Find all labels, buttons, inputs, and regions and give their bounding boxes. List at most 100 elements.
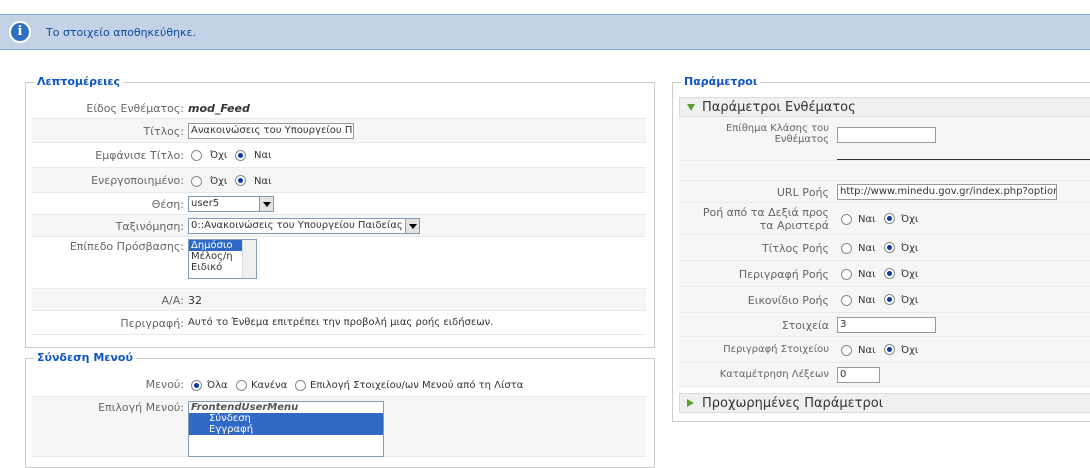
row-module-type: Είδος Ενθέματος: mod_Feed — [32, 97, 646, 119]
position-label: Θέση: — [151, 198, 184, 211]
title-label: Τίτλος: — [143, 125, 184, 138]
feed-desc-yes-radio[interactable] — [841, 269, 852, 280]
access-scrollbar[interactable] — [242, 240, 256, 278]
menus-none-label: Κανένα — [251, 380, 288, 391]
order-select-value: 0::Ανακοινώσεις του Υπουργείου Παιδείας — [191, 220, 403, 231]
menus-select-radio[interactable] — [295, 380, 306, 391]
enabled-yes-label: Ναι — [254, 176, 272, 187]
triangle-right-icon — [687, 399, 694, 407]
enabled-no-label: Όχι — [210, 176, 228, 187]
class-suffix-label: Επίθημα Κλάσης του Ενθέματος — [725, 123, 829, 145]
rtl-label: Ροή από τα Δεξιά προς τα Αριστερά — [702, 206, 829, 232]
feed-url-input[interactable]: http://www.minedu.gov.gr/index.php?optio… — [837, 184, 1057, 200]
class-suffix-input[interactable] — [837, 127, 936, 143]
show-title-yes-radio[interactable] — [235, 150, 246, 161]
row-feed-image: Εικονίδιο Ροής Ναι Όχι — [679, 287, 1090, 313]
menu-link-fieldset: Σύνδεση Μενού Μενού: Όλα Κανένα Επιλογή … — [25, 351, 655, 468]
info-icon: i — [9, 21, 31, 43]
item-desc-no-label: Όχι — [901, 345, 919, 356]
feed-url-label: URL Ροής — [776, 186, 829, 199]
access-label: Επίπεδο Πρόσβασης: — [69, 240, 184, 253]
chevron-down-icon[interactable] — [405, 219, 419, 233]
row-items: Στοιχεία 3 — [679, 313, 1090, 337]
row-feed-url: URL Ροής http://www.minedu.gov.gr/index.… — [679, 181, 1090, 203]
feed-image-yes-radio[interactable] — [841, 295, 852, 306]
feed-desc-yes-label: Ναι — [858, 269, 876, 280]
item-desc-label: Περιγραφή Στοιχείου — [723, 344, 829, 355]
row-menu-selection: Επιλογή Μενού: FrontendUserMenu Σύνδεση … — [32, 397, 646, 457]
menu-selection-label: Επιλογή Μενού: — [98, 401, 184, 414]
row-class-suffix: Επίθημα Κλάσης του Ενθέματος — [679, 117, 1090, 161]
items-input[interactable]: 3 — [837, 317, 936, 333]
menus-none-radio[interactable] — [236, 380, 247, 391]
rtl-no-label: Όχι — [901, 214, 919, 225]
order-select[interactable]: 0::Ανακοινώσεις του Υπουργείου Παιδείας — [188, 218, 420, 234]
feed-image-label: Εικονίδιο Ροής — [747, 294, 829, 307]
row-spacer — [679, 161, 1090, 181]
description-value: Αυτό το Ένθεμα επιτρέπει την προβολή μια… — [188, 317, 494, 328]
item-desc-no-radio[interactable] — [884, 344, 895, 355]
params-fieldset: Παράμετροι Παράμετροι Ενθέματος Επίθημα … — [672, 75, 1090, 422]
chevron-down-icon[interactable] — [259, 197, 273, 211]
id-label: Α/Α: — [161, 294, 184, 307]
feed-desc-no-label: Όχι — [901, 269, 919, 280]
word-count-input[interactable]: 0 — [837, 367, 880, 383]
params-legend: Παράμετροι — [681, 75, 761, 88]
left-panel: Λεπτομέρειες Είδος Ενθέματος: mod_Feed Τ… — [8, 66, 663, 468]
feed-title-label: Τίτλος Ροής — [761, 242, 829, 255]
advanced-params-title: Προχωρημένες Παράμετροι — [702, 396, 884, 411]
feed-desc-label: Περιγραφή Ροής — [738, 268, 829, 281]
show-title-no-radio[interactable] — [191, 150, 202, 161]
feed-title-no-radio[interactable] — [884, 242, 895, 253]
menus-select-label: Επιλογή Στοιχείου/ων Μενού από τη Λίστα — [310, 380, 524, 391]
feed-title-yes-label: Ναι — [858, 243, 876, 254]
position-select[interactable]: user5 — [188, 196, 274, 212]
feed-desc-no-radio[interactable] — [884, 268, 895, 279]
position-select-value: user5 — [191, 198, 220, 209]
feed-image-no-label: Όχι — [901, 295, 919, 306]
menu-link-legend: Σύνδεση Μενού — [34, 351, 136, 364]
details-legend: Λεπτομέρειες — [34, 75, 124, 88]
menu-item-login[interactable]: Σύνδεση — [189, 413, 383, 424]
show-title-yes-label: Ναι — [254, 150, 272, 161]
row-word-count: Καταμέτρηση Λέξεων 0 — [679, 363, 1090, 387]
show-title-label: Εμφάνισε Τίτλο: — [95, 149, 184, 162]
advanced-params-header[interactable]: Προχωρημένες Παράμετροι — [679, 393, 1090, 413]
row-description: Περιγραφή: Αυτό το Ένθεμα επιτρέπει την … — [32, 311, 646, 335]
id-value: 32 — [188, 294, 202, 307]
row-show-title: Εμφάνισε Τίτλο: Όχι Ναι — [32, 143, 646, 168]
triangle-down-icon — [687, 104, 695, 111]
details-fieldset: Λεπτομέρειες Είδος Ενθέματος: mod_Feed Τ… — [25, 75, 655, 348]
row-title: Τίτλος: Ανακοινώσεις του Υπουργείου Πα — [32, 119, 646, 143]
row-menus: Μενού: Όλα Κανένα Επιλογή Στοιχείου/ων Μ… — [32, 373, 646, 397]
item-desc-yes-radio[interactable] — [841, 345, 852, 356]
enabled-no-radio[interactable] — [191, 176, 202, 187]
module-params-header[interactable]: Παράμετροι Ενθέματος — [679, 97, 1090, 117]
row-id: Α/Α: 32 — [32, 289, 646, 311]
menu-group-header: FrontendUserMenu — [191, 402, 299, 413]
menu-item-register[interactable]: Εγγραφή — [189, 424, 383, 435]
menus-all-radio[interactable] — [191, 380, 202, 391]
word-count-label: Καταμέτρηση Λέξεων — [719, 369, 829, 380]
row-rtl: Ροή από τα Δεξιά προς τα Αριστερά Ναι Όχ… — [679, 203, 1090, 235]
menus-all-label: Όλα — [207, 380, 228, 391]
items-label: Στοιχεία — [781, 319, 829, 332]
module-type-label: Είδος Ενθέματος: — [86, 102, 184, 115]
feed-title-no-label: Όχι — [901, 243, 919, 254]
menu-selection-listbox[interactable]: FrontendUserMenu Σύνδεση Εγγραφή — [188, 401, 384, 457]
item-desc-yes-label: Ναι — [858, 345, 876, 356]
title-input[interactable]: Ανακοινώσεις του Υπουργείου Πα — [188, 123, 354, 139]
system-message: i Το στοιχείο αποθηκεύθηκε. — [0, 14, 1090, 50]
access-listbox[interactable]: Δημόσιο Μέλος/η Ειδικό — [188, 239, 257, 279]
module-params-title: Παράμετροι Ενθέματος — [702, 100, 856, 115]
row-order: Ταξινόμηση: 0::Ανακοινώσεις του Υπουργεί… — [32, 215, 646, 237]
feed-title-yes-radio[interactable] — [841, 243, 852, 254]
rtl-yes-label: Ναι — [858, 214, 876, 225]
rtl-yes-radio[interactable] — [841, 214, 852, 225]
feed-image-no-radio[interactable] — [884, 294, 895, 305]
row-feed-title: Τίτλος Ροής Ναι Όχι — [679, 235, 1090, 261]
enabled-label: Ενεργοποιημένο: — [91, 174, 184, 187]
enabled-yes-radio[interactable] — [235, 175, 246, 186]
access-option-public[interactable]: Δημόσιο — [189, 240, 242, 251]
rtl-no-radio[interactable] — [884, 213, 895, 224]
